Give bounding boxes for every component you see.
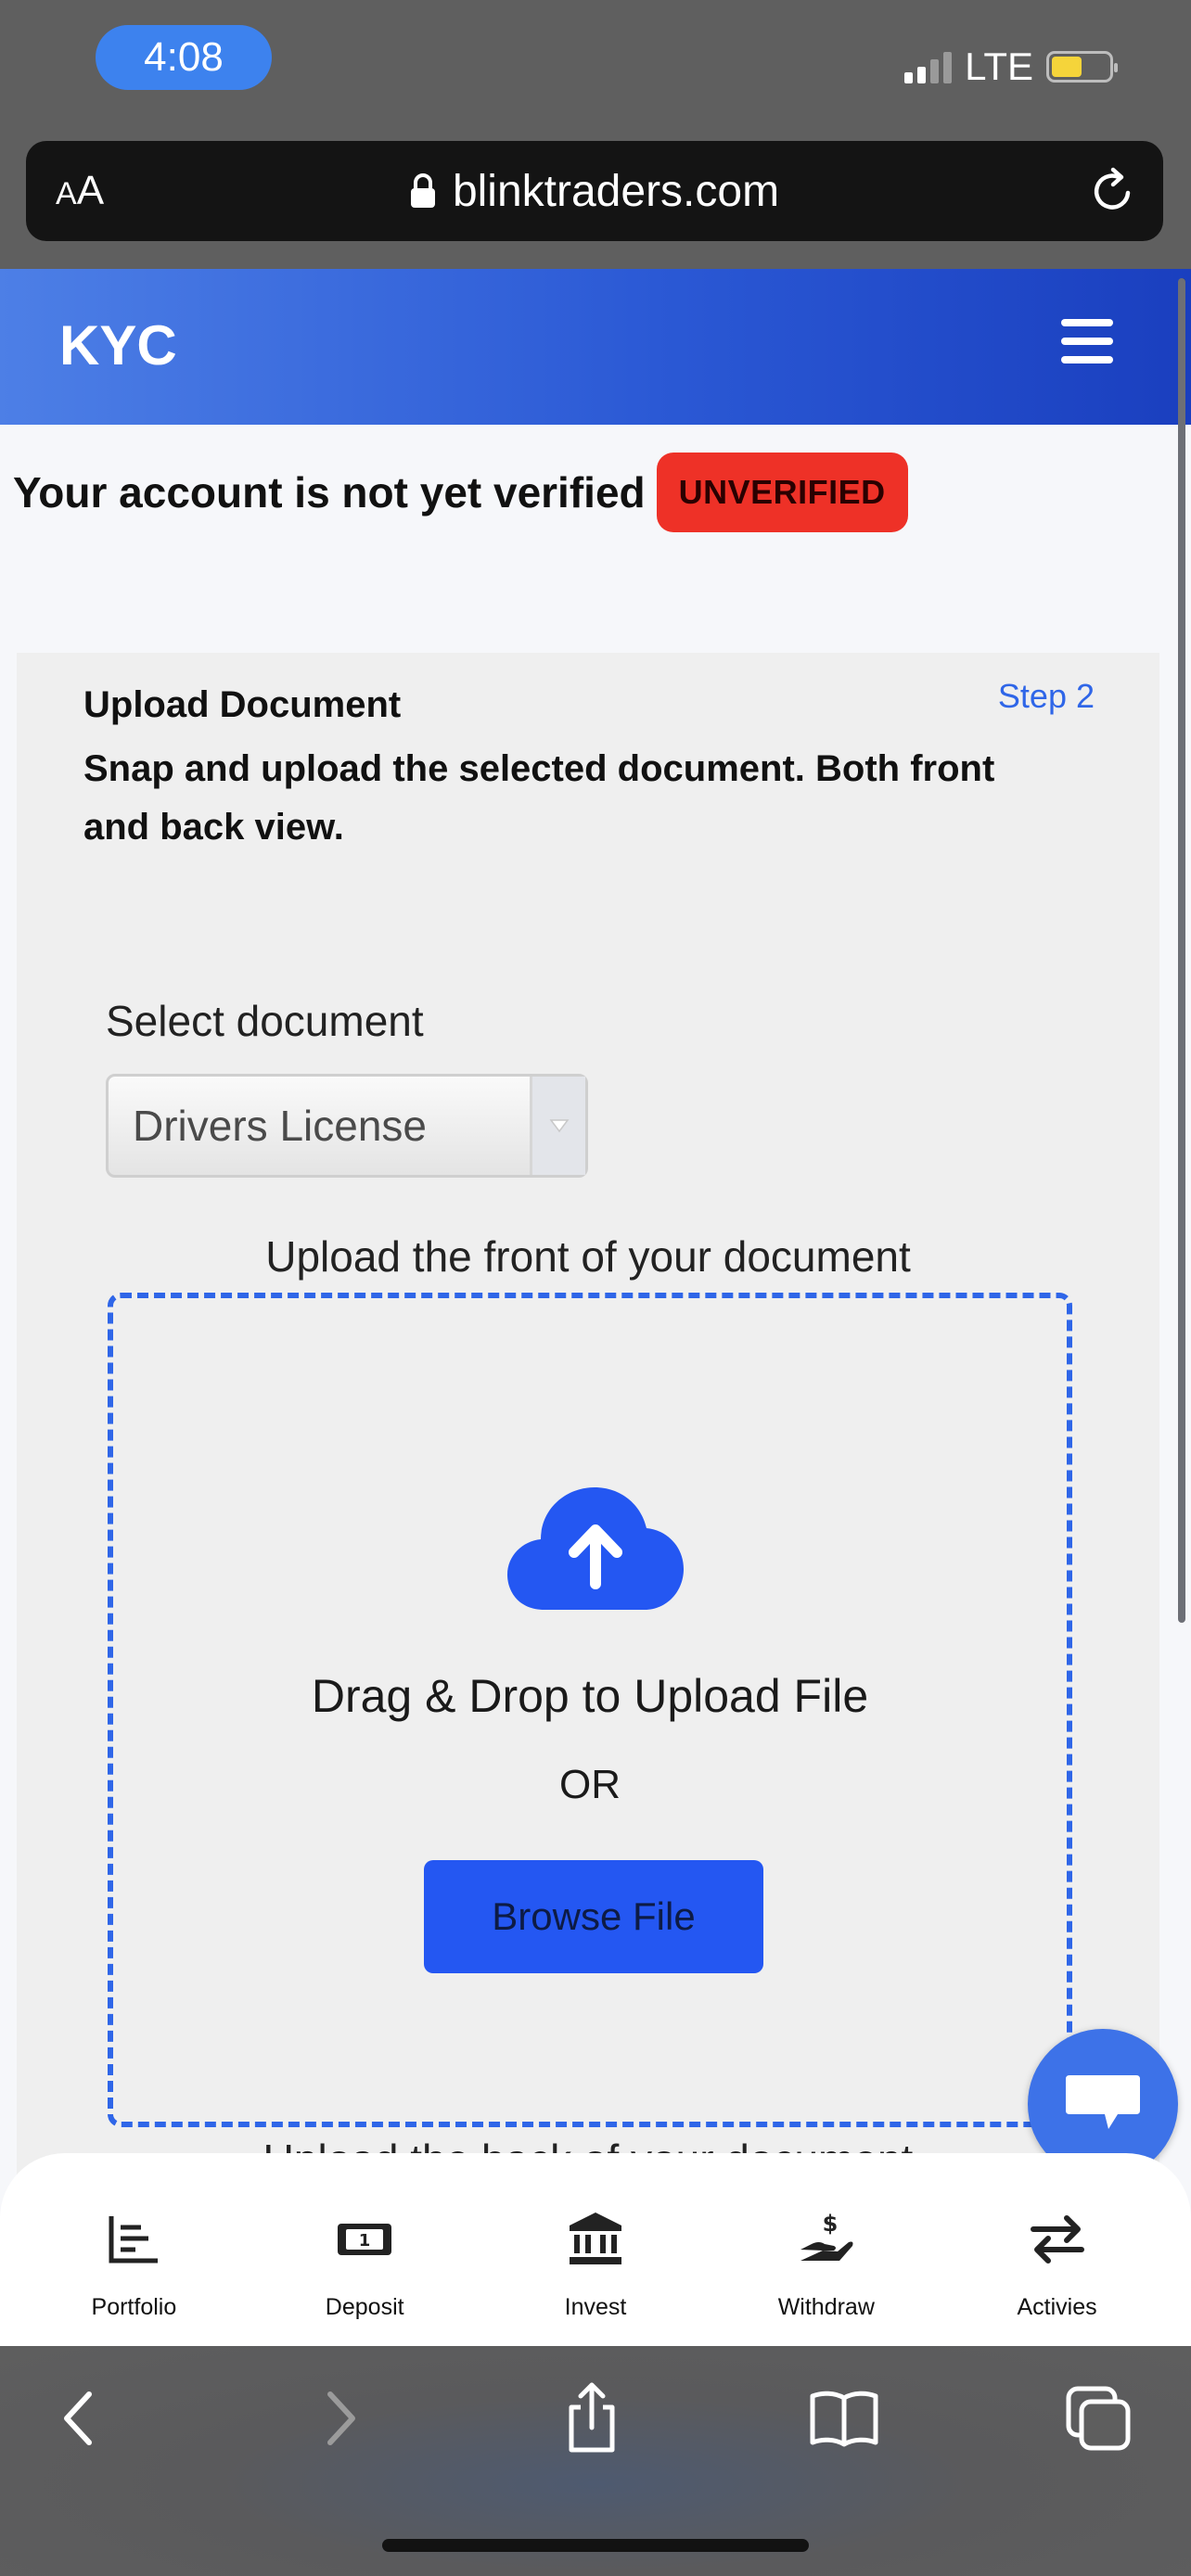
- network-type: LTE: [965, 45, 1033, 88]
- page-title: KYC: [59, 314, 177, 376]
- forward-arrow-icon[interactable]: [301, 2379, 378, 2457]
- status-indicators: LTE: [904, 39, 1118, 95]
- battery-icon: [1046, 51, 1118, 83]
- chart-icon: [109, 2216, 159, 2264]
- nav-label: Portfolio: [91, 2294, 177, 2320]
- url-text: blinktraders.com: [452, 166, 780, 216]
- signal-icon: [904, 50, 953, 83]
- nav-item-withdraw[interactable]: $ Withdraw: [720, 2209, 933, 2321]
- nav-item-portfolio[interactable]: Portfolio: [27, 2209, 240, 2321]
- chat-bubble-icon: [1066, 2075, 1140, 2129]
- cloud-upload-icon: [507, 1487, 684, 1610]
- nav-item-invest[interactable]: Invest: [489, 2209, 702, 2321]
- chevron-down-icon[interactable]: [530, 1077, 585, 1175]
- nav-label: Invest: [564, 2294, 627, 2320]
- svg-text:1: 1: [359, 2231, 371, 2251]
- reload-icon[interactable]: [1087, 165, 1139, 217]
- tabs-icon[interactable]: [1059, 2379, 1137, 2457]
- bank-icon: [569, 2213, 621, 2264]
- bottom-navigation: Portfolio 1 Deposit Invest $ Withdraw Ac…: [0, 2153, 1191, 2346]
- document-type-select[interactable]: Drivers License: [106, 1074, 588, 1178]
- bookmarks-icon[interactable]: [805, 2379, 883, 2457]
- banknote-icon: 1: [338, 2224, 392, 2255]
- url-display[interactable]: blinktraders.com: [410, 166, 779, 217]
- nav-item-deposit[interactable]: 1 Deposit: [258, 2209, 471, 2321]
- browse-file-button[interactable]: Browse File: [424, 1860, 763, 1973]
- selected-document-value: Drivers License: [133, 1102, 427, 1150]
- nav-label: Withdraw: [777, 2294, 875, 2320]
- text-size-button[interactable]: AA: [56, 168, 104, 214]
- hamburger-menu-icon[interactable]: [1061, 319, 1113, 371]
- lock-icon: [410, 173, 435, 208]
- select-document-label: Select document: [106, 997, 424, 1045]
- back-arrow-icon[interactable]: [41, 2379, 119, 2457]
- verification-status: Your account is not yet verified UNVERIF…: [13, 453, 908, 532]
- home-indicator[interactable]: [382, 2539, 809, 2552]
- front-dropzone[interactable]: Drag & Drop to Upload File OR Browse Fil…: [108, 1293, 1072, 2127]
- step-indicator: Step 2: [997, 677, 1095, 715]
- card-title: Upload Document: [83, 684, 402, 725]
- status-time: 4:08: [96, 25, 272, 90]
- verification-message: Your account is not yet verified: [13, 468, 646, 516]
- card-description: Snap and upload the selected document. B…: [83, 748, 995, 848]
- share-icon[interactable]: [553, 2379, 631, 2457]
- or-divider-text: OR: [559, 1762, 621, 1807]
- front-upload-label: Upload the front of your document: [265, 1232, 911, 1281]
- drag-drop-text: Drag & Drop to Upload File: [311, 1670, 869, 1722]
- svg-text:$: $: [822, 2211, 838, 2237]
- swap-arrows-icon: [1030, 2215, 1084, 2264]
- nav-label: Deposit: [325, 2294, 404, 2320]
- upload-document-card: Step 2 Upload Document Snap and upload t…: [17, 653, 1159, 2183]
- ios-top-area: 4:08 LTE AA blinktraders.com: [0, 0, 1191, 269]
- page-scrollbar[interactable]: [1178, 278, 1185, 1623]
- nav-item-activities[interactable]: Activies: [951, 2209, 1164, 2321]
- status-badge: UNVERIFIED: [656, 453, 908, 532]
- nav-label: Activies: [1017, 2294, 1097, 2320]
- app-header: KYC: [0, 269, 1191, 425]
- hand-dollar-icon: $: [800, 2211, 853, 2261]
- address-bar[interactable]: AA blinktraders.com: [26, 141, 1163, 241]
